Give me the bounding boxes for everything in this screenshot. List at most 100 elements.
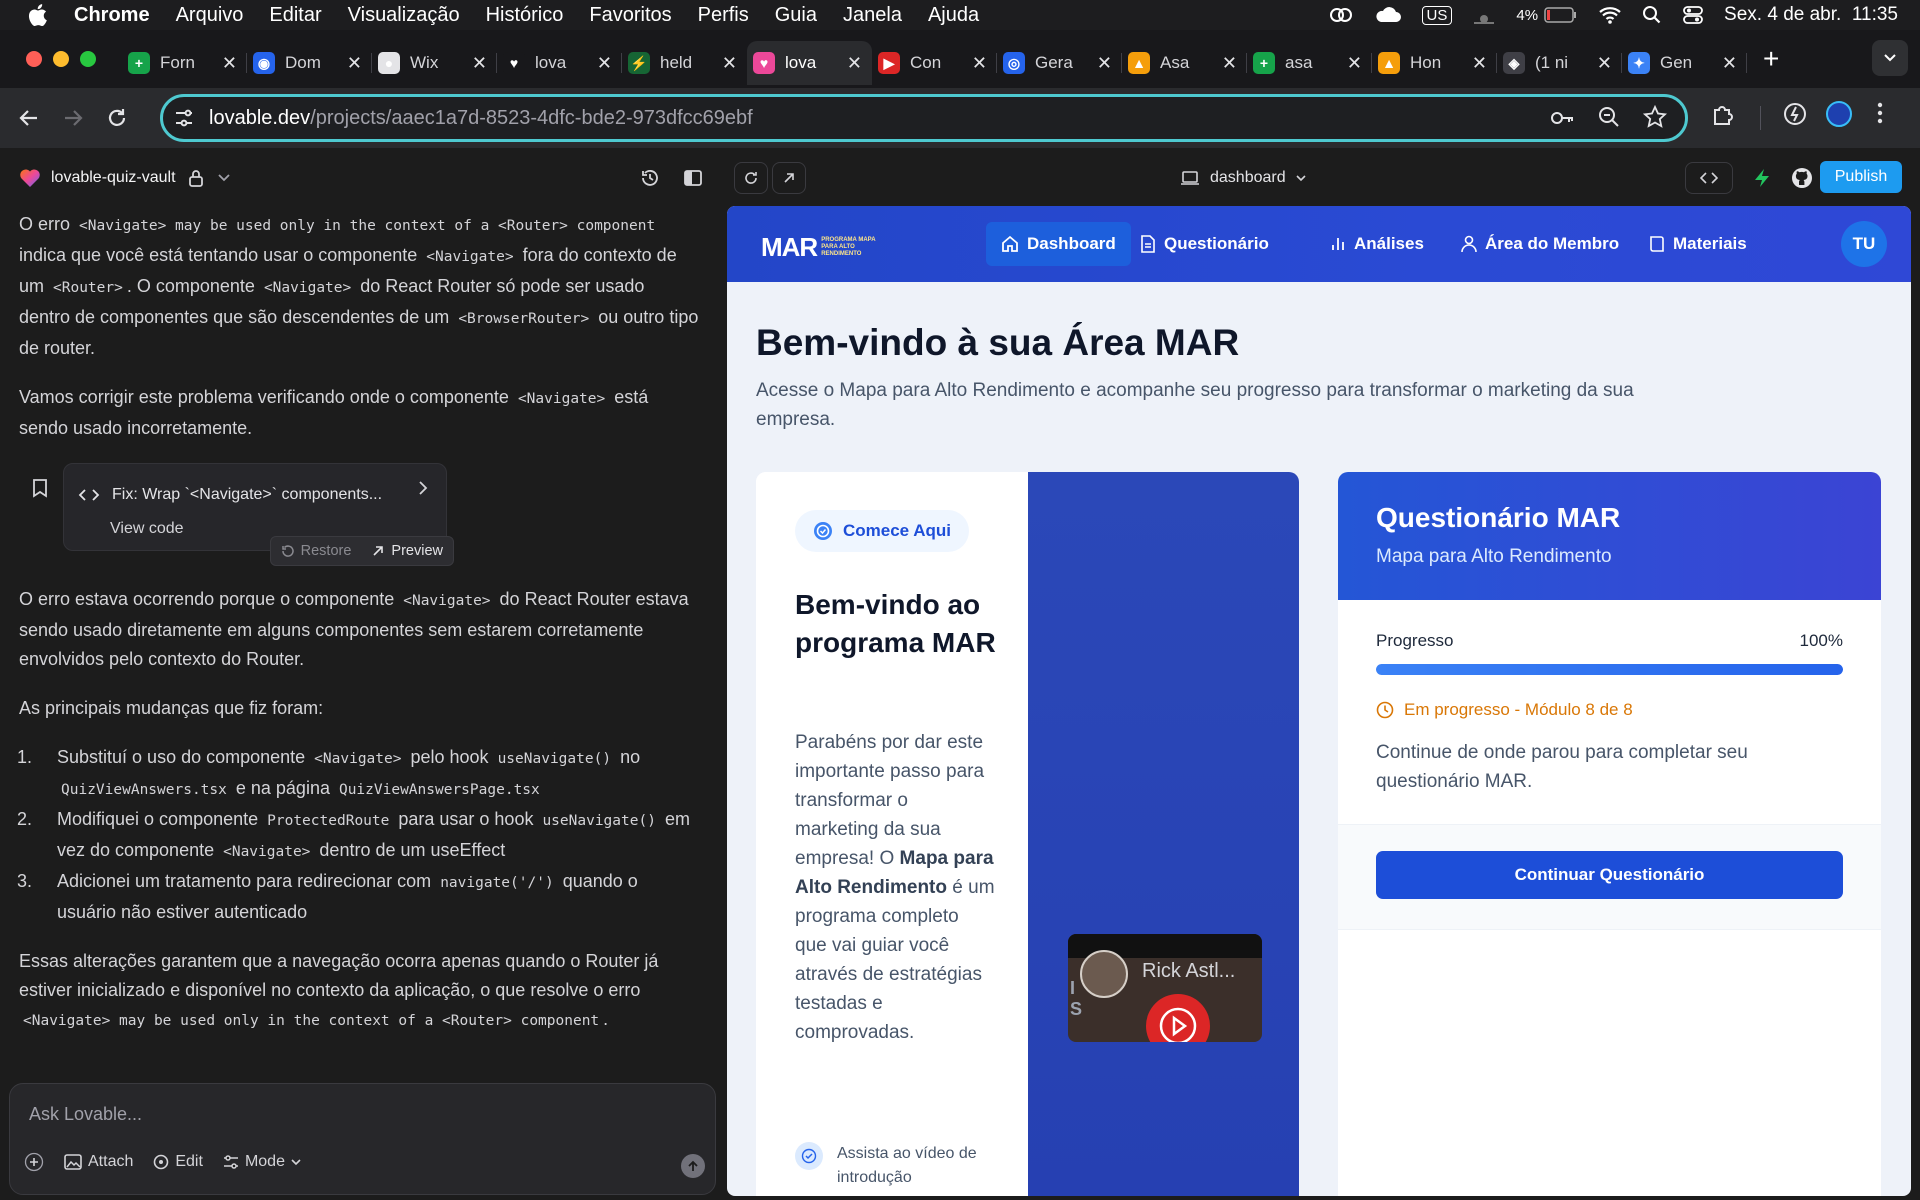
browser-tab[interactable]: ◎ Gera ✕ — [997, 41, 1122, 85]
browser-tab[interactable]: ▲ Asa ✕ — [1122, 41, 1247, 85]
tab-close-icon[interactable]: ✕ — [222, 53, 237, 74]
send-button[interactable] — [681, 1154, 705, 1178]
browser-tab[interactable]: ♥ lova ✕ — [497, 41, 622, 85]
nav-materiais[interactable]: Materiais — [1634, 222, 1762, 266]
menu-historico[interactable]: Histórico — [486, 4, 564, 27]
edit-button[interactable]: Edit — [153, 1153, 203, 1171]
nav-area-membro[interactable]: Área do Membro — [1446, 222, 1634, 266]
tab-close-icon[interactable]: ✕ — [1472, 53, 1487, 74]
password-key-icon[interactable] — [1549, 105, 1575, 131]
menu-janela[interactable]: Janela — [843, 4, 902, 27]
code-change-card[interactable]: Fix: Wrap `<Navigate>` components... Vie… — [33, 463, 454, 566]
tab-close-icon[interactable]: ✕ — [1097, 53, 1112, 74]
sidebar-toggle-icon[interactable] — [683, 168, 703, 188]
attach-button[interactable]: Attach — [64, 1153, 133, 1171]
browser-tab[interactable]: ✦ Gen ✕ — [1622, 41, 1747, 85]
menu-editar[interactable]: Editar — [269, 4, 321, 27]
user-avatar[interactable]: TU — [1841, 221, 1887, 267]
tab-favicon-icon: ◉ — [253, 52, 275, 74]
spotlight-search-icon[interactable] — [1642, 5, 1662, 25]
tab-close-icon[interactable]: ✕ — [1722, 53, 1737, 74]
site-info-icon[interactable] — [173, 108, 195, 128]
brightness-icon[interactable] — [1472, 5, 1496, 25]
chevron-down-icon[interactable] — [217, 174, 230, 182]
history-icon[interactable] — [640, 168, 660, 188]
menu-arquivo[interactable]: Arquivo — [176, 4, 244, 27]
creative-cloud-icon[interactable] — [1328, 5, 1354, 25]
reload-button[interactable] — [100, 101, 134, 135]
tab-close-icon[interactable]: ✕ — [472, 53, 487, 74]
menu-ajuda[interactable]: Ajuda — [928, 4, 979, 27]
chevron-right-icon[interactable] — [418, 480, 428, 496]
browser-tab[interactable]: + Forn ✕ — [122, 41, 247, 85]
lovable-logo-icon[interactable] — [19, 168, 41, 188]
play-button[interactable] — [1146, 994, 1210, 1042]
browser-tab[interactable]: ▶ Con ✕ — [872, 41, 997, 85]
publish-button[interactable]: Publish — [1820, 161, 1902, 193]
restore-button[interactable]: Restore — [281, 537, 351, 566]
forward-button[interactable] — [56, 101, 90, 135]
preview-button[interactable]: Preview — [371, 537, 443, 566]
tab-close-icon[interactable]: ✕ — [722, 53, 737, 74]
tab-close-icon[interactable]: ✕ — [597, 53, 612, 74]
minimize-window-button[interactable] — [53, 51, 69, 67]
tab-close-icon[interactable]: ✕ — [347, 53, 362, 74]
cloud-icon[interactable] — [1374, 6, 1402, 24]
performance-button[interactable] — [1782, 101, 1808, 127]
github-button[interactable] — [1785, 162, 1819, 194]
tab-close-icon[interactable]: ✕ — [972, 53, 987, 74]
apple-icon[interactable] — [26, 2, 52, 28]
browser-tab[interactable]: ⚡ held ✕ — [622, 41, 747, 85]
menu-guia[interactable]: Guia — [775, 4, 817, 27]
tab-close-icon[interactable]: ✕ — [1222, 53, 1237, 74]
nav-questionario[interactable]: Questionário — [1125, 222, 1284, 266]
supabase-button[interactable] — [1745, 162, 1779, 194]
bookmark-star-icon[interactable] — [1643, 105, 1667, 129]
add-button[interactable] — [24, 1152, 44, 1172]
browser-tab[interactable]: ◉ Dom ✕ — [247, 41, 372, 85]
open-new-tab-button[interactable] — [772, 162, 806, 194]
continue-quiz-button[interactable]: Continuar Questionário — [1376, 851, 1843, 899]
nav-dashboard[interactable]: Dashboard — [986, 222, 1131, 266]
menu-favoritos[interactable]: Favoritos — [589, 4, 671, 27]
profile-button[interactable] — [1826, 101, 1852, 127]
view-code-link[interactable]: View code — [110, 514, 184, 543]
menu-visualizacao[interactable]: Visualização — [348, 4, 460, 27]
battery-icon[interactable] — [1544, 6, 1578, 24]
input-source-badge[interactable]: US — [1421, 5, 1453, 25]
refresh-preview-button[interactable] — [734, 162, 768, 194]
bookmark-icon[interactable] — [32, 478, 48, 498]
zoom-window-button[interactable] — [80, 51, 96, 67]
tab-close-icon[interactable]: ✕ — [847, 53, 862, 74]
chat-input-box[interactable]: Ask Lovable... Attach Edit Mode — [9, 1083, 716, 1195]
chrome-menu-button[interactable] — [1876, 101, 1884, 125]
close-window-button[interactable] — [26, 51, 42, 67]
url-text[interactable]: lovable.dev/projects/aaec1a7d-8523-4dfc-… — [209, 107, 753, 130]
mode-selector[interactable]: Mode — [223, 1153, 301, 1171]
menu-perfis[interactable]: Perfis — [698, 4, 749, 27]
project-name[interactable]: lovable-quiz-vault — [51, 169, 176, 187]
code-view-button[interactable] — [1685, 162, 1733, 194]
ask-input-placeholder[interactable]: Ask Lovable... — [29, 1104, 142, 1125]
browser-tab[interactable]: ◈ (1 ni ✕ — [1497, 41, 1622, 85]
browser-tab[interactable]: ♥ lova ✕ — [747, 41, 872, 85]
zoom-icon[interactable] — [1597, 105, 1621, 129]
control-center-icon[interactable] — [1682, 5, 1704, 25]
menu-app-name[interactable]: Chrome — [74, 4, 150, 27]
menubar-clock[interactable]: Sex. 4 de abr. 11:35 — [1724, 4, 1898, 26]
wifi-icon[interactable] — [1598, 5, 1622, 25]
mar-logo[interactable]: MAR PROGRAMA MAPA PARA ALTO RENDIMENTO — [761, 232, 885, 263]
tab-close-icon[interactable]: ✕ — [1347, 53, 1362, 74]
nav-analises[interactable]: Análises — [1315, 222, 1439, 266]
tab-search-button[interactable] — [1872, 40, 1908, 76]
tab-close-icon[interactable]: ✕ — [1597, 53, 1612, 74]
video-embed[interactable]: IS Rick Astl... — [1068, 934, 1262, 1042]
browser-tab[interactable]: + asa ✕ — [1247, 41, 1372, 85]
route-selector[interactable]: dashboard — [1180, 162, 1306, 194]
back-button[interactable] — [12, 101, 46, 135]
address-bar[interactable]: lovable.dev/projects/aaec1a7d-8523-4dfc-… — [160, 94, 1688, 142]
browser-tab[interactable]: ● Wix ✕ — [372, 41, 497, 85]
extensions-button[interactable] — [1710, 101, 1736, 127]
new-tab-button[interactable]: + — [1763, 43, 1779, 75]
browser-tab[interactable]: ▲ Hon ✕ — [1372, 41, 1497, 85]
